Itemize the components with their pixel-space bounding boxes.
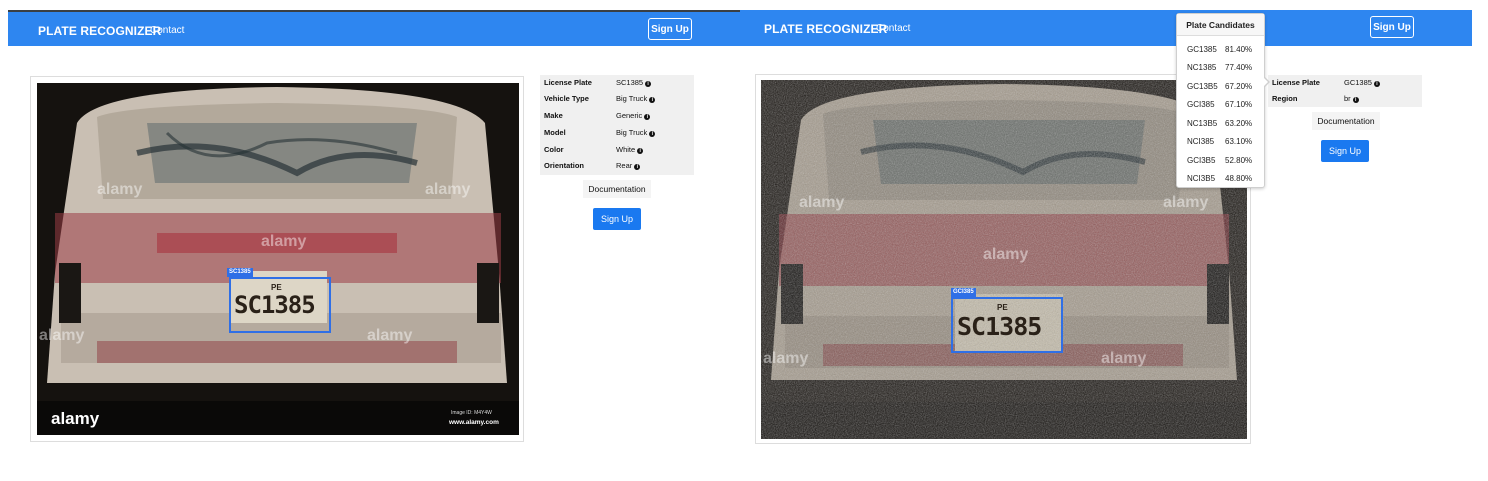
info-circle-icon[interactable]: i [649,131,656,137]
plate-candidates-popover: Plate Candidates GC1385 81.40% NC1385 77… [1176,13,1270,188]
detail-key: Make [544,111,563,120]
watermark: alamy [983,246,1029,263]
detail-row-orientation: Orientation Rear i [544,158,690,174]
info-circle-icon[interactable]: i [1352,97,1359,103]
detail-row-model: Model Big Truck i [544,125,690,141]
candidate-plate: GCI3B5 [1187,156,1216,165]
candidate-score: 63.10% [1225,137,1253,146]
detail-key: Color [544,145,564,154]
watermark: alamy [799,194,845,211]
watermark: alamy [425,181,471,198]
plate-number-text: SC1385 [957,312,1042,341]
detail-key: Region [1272,94,1298,103]
detail-value: SC1385 [616,78,644,87]
candidate-plate: GC13B5 [1187,82,1218,91]
detail-row-license-plate: License Plate GC1385 i [1272,75,1418,91]
candidate-row: GCI385 67.10% [1187,96,1257,114]
info-circle-icon[interactable]: i [645,81,652,87]
plate-region-text: PE [997,303,1008,312]
detail-row-make: Make Generic i [544,108,690,124]
candidate-row: NC1385 77.40% [1187,59,1257,77]
candidate-row: NCI385 63.10% [1187,133,1257,151]
image-id-label: Image ID: M4Y4W [451,410,492,416]
watermark: alamy [261,233,307,250]
candidate-score: 52.80% [1225,156,1253,165]
plate-number-text: SC1385 [234,291,316,319]
candidate-plate: GCI385 [1187,100,1215,109]
detail-value: Generic [616,111,643,120]
vehicle-photo-noisy: alamy alamy alamy alamy alamy GCI385 PE … [761,80,1247,439]
contact-link[interactable]: Contact [876,23,910,34]
candidate-row: GC1385 81.40% [1187,41,1257,59]
detail-value: Big Truck [616,128,648,137]
info-circle-icon[interactable]: i [644,114,651,120]
signup-button[interactable]: Sign Up [1321,140,1369,162]
navbar: PLATE RECOGNIZER Contact Sign Up [740,10,1472,46]
detail-value: GC1385 [1344,78,1372,87]
documentation-button[interactable]: Documentation [1312,112,1380,130]
brand-logo-link[interactable]: PLATE RECOGNIZER [38,24,161,38]
brand-logo-link[interactable]: PLATE RECOGNIZER [764,22,887,36]
detail-value: Rear [616,161,633,170]
detail-row-license-plate: License Plate SC1385 i [544,75,690,91]
plate-tag: SC1385 [227,268,253,277]
candidate-plate: NC13B5 [1187,119,1218,128]
vehicle-photo: alamy alamy alamy alamy alamy alamy Imag… [37,83,519,435]
detail-key: Model [544,128,566,137]
candidate-score: 63.20% [1225,119,1253,128]
candidate-plate: GC1385 [1187,45,1217,54]
plate-tag: GCI385 [951,288,976,297]
candidate-plate: NCI385 [1187,137,1215,146]
popover-arrow [1263,76,1270,88]
candidate-plate: NCI3B5 [1187,174,1216,183]
candidate-score: 77.40% [1225,63,1253,72]
detail-row-region: Region br i [1272,91,1418,107]
detail-key: Orientation [544,161,585,170]
watermark: alamy [763,350,809,367]
plate-details-table: License Plate GC1385 i Region br i [1268,75,1422,107]
info-circle-icon[interactable]: i [649,97,656,103]
watermark: alamy [367,327,413,344]
info-circle-icon[interactable]: i [1373,81,1380,87]
candidate-score: 67.10% [1225,100,1253,109]
right-panel: PLATE RECOGNIZER Contact Sign Up alamy a… [740,10,1472,481]
detail-value: Big Truck [616,94,648,103]
site-label: www.alamy.com [449,419,499,426]
detail-key: License Plate [1272,78,1320,87]
candidate-score: 48.80% [1225,174,1253,183]
candidate-row: GC13B5 67.20% [1187,78,1257,96]
documentation-button[interactable]: Documentation [583,180,651,198]
navbar-signup-button[interactable]: Sign Up [1370,16,1414,38]
signup-button[interactable]: Sign Up [593,208,641,230]
navbar: PLATE RECOGNIZER Contact Sign Up [8,10,740,46]
info-circle-icon[interactable]: i [634,164,641,170]
detail-key: License Plate [544,78,592,87]
candidate-row: NC13B5 63.20% [1187,115,1257,133]
alamy-logo: alamy [51,409,100,428]
detail-value: White [616,145,636,154]
popover-title: Plate Candidates [1177,14,1264,36]
detail-row-color: Color White i [544,142,690,158]
candidate-row: GCI3B5 52.80% [1187,152,1257,170]
vehicle-details-table: License Plate SC1385 i Vehicle Type Big T… [540,75,694,175]
detail-value: br [1344,94,1351,103]
candidate-score: 81.40% [1225,45,1253,54]
left-panel: PLATE RECOGNIZER Contact Sign Up alamy a… [8,10,740,481]
watermark: alamy [39,327,85,344]
candidate-score: 67.20% [1225,82,1253,91]
candidate-plate: NC1385 [1187,63,1217,72]
watermark: alamy [97,181,143,198]
detail-key: Vehicle Type [544,94,589,103]
info-circle-icon[interactable]: i [637,148,644,154]
candidate-row: NCI3B5 48.80% [1187,170,1257,188]
watermark: alamy [1163,194,1209,211]
result-image-frame: alamy alamy alamy alamy alamy alamy Imag… [30,76,524,442]
detail-row-vehicle-type: Vehicle Type Big Truck i [544,91,690,107]
contact-link[interactable]: Contact [150,25,184,36]
navbar-signup-button[interactable]: Sign Up [648,18,692,40]
watermark: alamy [1101,350,1147,367]
